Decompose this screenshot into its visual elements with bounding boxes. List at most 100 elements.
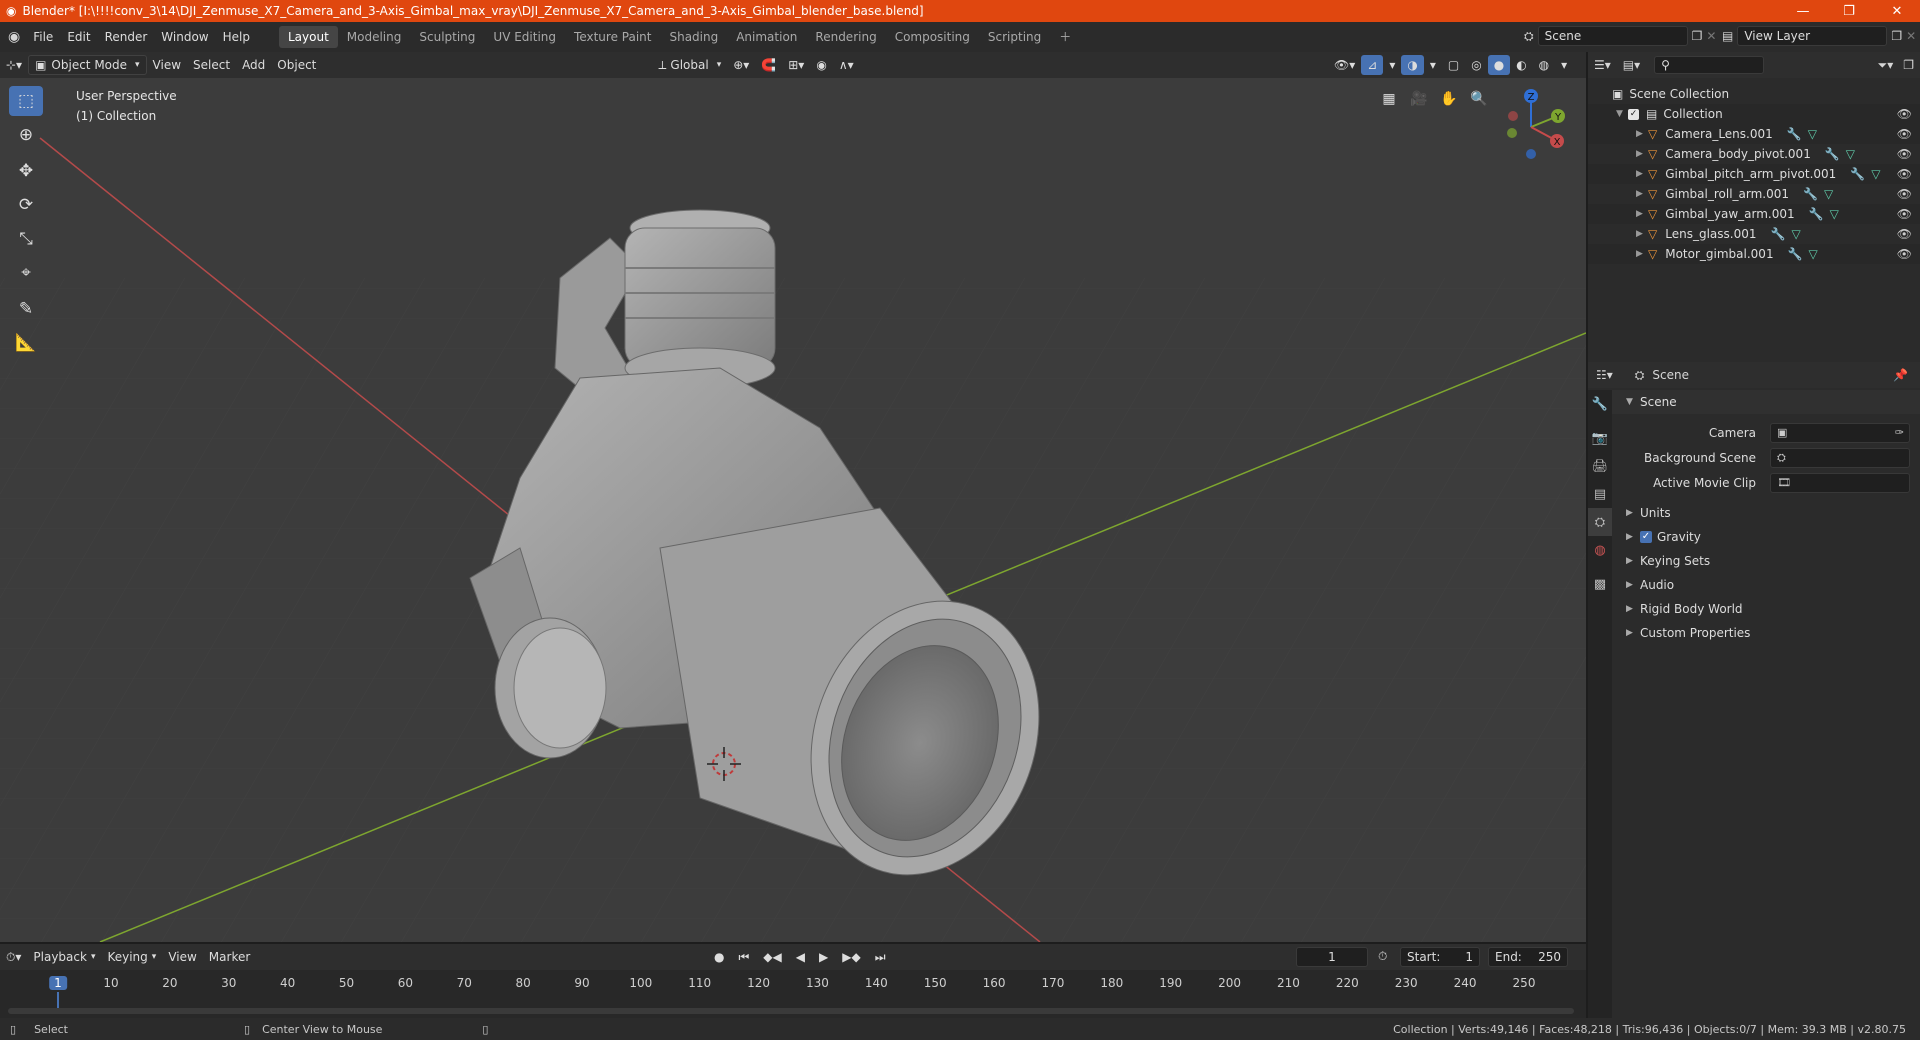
outliner-search-input[interactable]: ⚲	[1654, 56, 1765, 74]
eye-icon[interactable]: 👁	[1897, 227, 1912, 241]
expand-collection-icon[interactable]: ▼	[1616, 109, 1628, 119]
jump-start-icon[interactable]: ⏮	[732, 947, 755, 967]
new-scene-icon[interactable]: ❐	[1692, 29, 1703, 43]
outliner-object-row[interactable]: ▶ ▽ Gimbal_yaw_arm.001 🔧 ▽ 👁	[1588, 204, 1920, 224]
cursor-tool-icon[interactable]: ⊕	[9, 120, 43, 150]
tab-scripting[interactable]: Scripting	[979, 26, 1050, 48]
mesh-data-icon[interactable]: ▽	[1846, 147, 1855, 161]
eye-icon[interactable]: 👁	[1897, 187, 1912, 201]
expand-object-icon[interactable]: ▶	[1636, 229, 1648, 239]
section-custom-properties[interactable]: ▶ Custom Properties	[1588, 621, 1920, 645]
tab-layout[interactable]: Layout	[278, 26, 338, 48]
playback-menu[interactable]: Playback ▾	[27, 947, 101, 967]
outliner-object-row[interactable]: ▶ ▽ Motor_gimbal.001 🔧 ▽ 👁	[1588, 244, 1920, 264]
mesh-data-icon[interactable]: ▽	[1871, 167, 1880, 181]
pan-view-icon[interactable]: ✋	[1436, 86, 1462, 112]
shading-solid-icon[interactable]: ●	[1487, 55, 1511, 75]
falloff-icon[interactable]: ∧▾	[833, 55, 860, 75]
modifier-icon[interactable]: 🔧	[1787, 127, 1802, 141]
section-audio[interactable]: ▶ Audio	[1588, 573, 1920, 597]
outliner-editor-type-icon[interactable]: ☰▾	[1594, 58, 1611, 72]
minimize-icon[interactable]: —	[1780, 0, 1826, 22]
eye-icon[interactable]: 👁	[1897, 107, 1912, 121]
world-tab-icon[interactable]: ◍	[1588, 536, 1612, 564]
outliner-object-row[interactable]: ▶ ▽ Gimbal_roll_arm.001 🔧 ▽ 👁	[1588, 184, 1920, 204]
annotate-tool-icon[interactable]: ✎	[9, 294, 43, 324]
visibility-filter-icon[interactable]: 👁▾	[1328, 55, 1361, 75]
blender-menu-icon[interactable]: ◉	[8, 29, 20, 45]
start-frame-field[interactable]: Start: 1	[1400, 947, 1480, 967]
menu-window[interactable]: Window	[154, 26, 215, 48]
snap-icon[interactable]: 🧲	[755, 55, 782, 75]
view-layer-icon[interactable]: ▤	[1722, 29, 1733, 43]
outliner-collection[interactable]: ▼ ✓ ▤ Collection 👁	[1588, 104, 1920, 124]
zoom-view-icon[interactable]: 🔍	[1466, 86, 1492, 112]
modifier-icon[interactable]: 🔧	[1770, 227, 1785, 241]
timeline-editor-type-icon[interactable]: ⏱▾	[0, 947, 27, 967]
modifier-icon[interactable]: 🔧	[1803, 187, 1818, 201]
tab-compositing[interactable]: Compositing	[886, 26, 979, 48]
section-gravity[interactable]: ▶ ✓ Gravity	[1588, 525, 1920, 549]
record-icon[interactable]: ●	[708, 947, 730, 967]
output-tab-icon[interactable]: 🖨	[1588, 452, 1612, 480]
mesh-data-icon[interactable]: ▽	[1791, 227, 1800, 241]
tab-shading[interactable]: Shading	[660, 26, 727, 48]
delete-view-layer-icon[interactable]: ✕	[1906, 29, 1916, 43]
shading-rendered-icon[interactable]: ◍	[1533, 55, 1555, 75]
scene-icon[interactable]: ⛭	[1524, 29, 1534, 44]
select-box-tool-icon[interactable]: ⬚	[9, 86, 43, 116]
transform-orientation-dropdown[interactable]: ⟂ Global ▾	[652, 55, 727, 75]
new-view-layer-icon[interactable]: ❐	[1891, 29, 1902, 43]
mesh-data-icon[interactable]: ▽	[1824, 187, 1833, 201]
collection-checkbox[interactable]: ✓	[1628, 108, 1639, 120]
camera-field[interactable]: ▣ ✑	[1770, 422, 1910, 443]
overlay-dropdown-icon[interactable]: ▾	[1424, 55, 1442, 75]
texture-tab-icon[interactable]: ▩	[1588, 570, 1612, 598]
menu-object[interactable]: Object	[271, 55, 322, 75]
shading-options-icon[interactable]: ▾	[1555, 55, 1573, 75]
keying-menu[interactable]: Keying ▾	[101, 947, 162, 967]
display-mode-icon[interactable]: ▤▾	[1623, 58, 1640, 72]
section-keying-sets[interactable]: ▶ Keying Sets	[1588, 549, 1920, 573]
scene-selector[interactable]: Scene	[1537, 26, 1688, 46]
expand-object-icon[interactable]: ▶	[1636, 129, 1648, 139]
gizmo-toggle-icon[interactable]: ⊿	[1361, 55, 1384, 75]
current-frame-field[interactable]: 1	[1296, 947, 1368, 967]
render-tab-icon[interactable]: 📷	[1588, 424, 1612, 452]
transform-tool-icon[interactable]: ⌖	[9, 258, 43, 288]
editor-type-icon[interactable]: ⊹▾	[0, 55, 28, 75]
expand-object-icon[interactable]: ▶	[1636, 149, 1648, 159]
tab-texture-paint[interactable]: Texture Paint	[565, 26, 660, 48]
scene-tab-icon[interactable]: ⛭	[1588, 508, 1612, 536]
eye-icon[interactable]: 👁	[1897, 247, 1912, 261]
mode-dropdown[interactable]: ▣ Object Mode ▾	[28, 55, 147, 75]
marker-menu[interactable]: Marker	[203, 947, 256, 967]
snap-target-icon[interactable]: ⊞▾	[782, 55, 810, 75]
eye-icon[interactable]: 👁	[1897, 167, 1912, 181]
menu-help[interactable]: Help	[216, 26, 257, 48]
filter-icon[interactable]: ⏷▾	[1878, 58, 1894, 73]
menu-view[interactable]: View	[147, 55, 187, 75]
mesh-data-icon[interactable]: ▽	[1809, 247, 1818, 261]
xray-toggle-icon[interactable]: ▢	[1442, 55, 1465, 75]
section-scene[interactable]: ▼ Scene	[1588, 390, 1920, 414]
section-units[interactable]: ▶ Units	[1588, 501, 1920, 525]
expand-object-icon[interactable]: ▶	[1636, 209, 1648, 219]
outliner-scene-collection[interactable]: ▣ Scene Collection	[1588, 84, 1920, 104]
toggle-ortho-grid-icon[interactable]: ▦	[1376, 86, 1402, 112]
timeline-area[interactable]: 1 10 20 30 40 50 60 70 80 90 100 110 120 130 140 150 160…	[0, 970, 1586, 1018]
background-scene-field[interactable]: ⛭	[1770, 447, 1910, 468]
gizmo-dropdown-icon[interactable]: ▾	[1383, 55, 1401, 75]
jump-end-icon[interactable]: ⏭	[869, 947, 892, 967]
mesh-data-icon[interactable]: ▽	[1830, 207, 1839, 221]
menu-add[interactable]: Add	[236, 55, 271, 75]
rotate-tool-icon[interactable]: ⟳	[9, 190, 43, 220]
mesh-data-icon[interactable]: ▽	[1808, 127, 1817, 141]
menu-render[interactable]: Render	[98, 26, 155, 48]
eye-icon[interactable]: 👁	[1897, 147, 1912, 161]
outliner-object-row[interactable]: ▶ ▽ Lens_glass.001 🔧 ▽ 👁	[1588, 224, 1920, 244]
shading-material-icon[interactable]: ◐	[1510, 55, 1532, 75]
tab-sculpting[interactable]: Sculpting	[410, 26, 484, 48]
menu-select[interactable]: Select	[187, 55, 236, 75]
move-tool-icon[interactable]: ✥	[9, 156, 43, 186]
